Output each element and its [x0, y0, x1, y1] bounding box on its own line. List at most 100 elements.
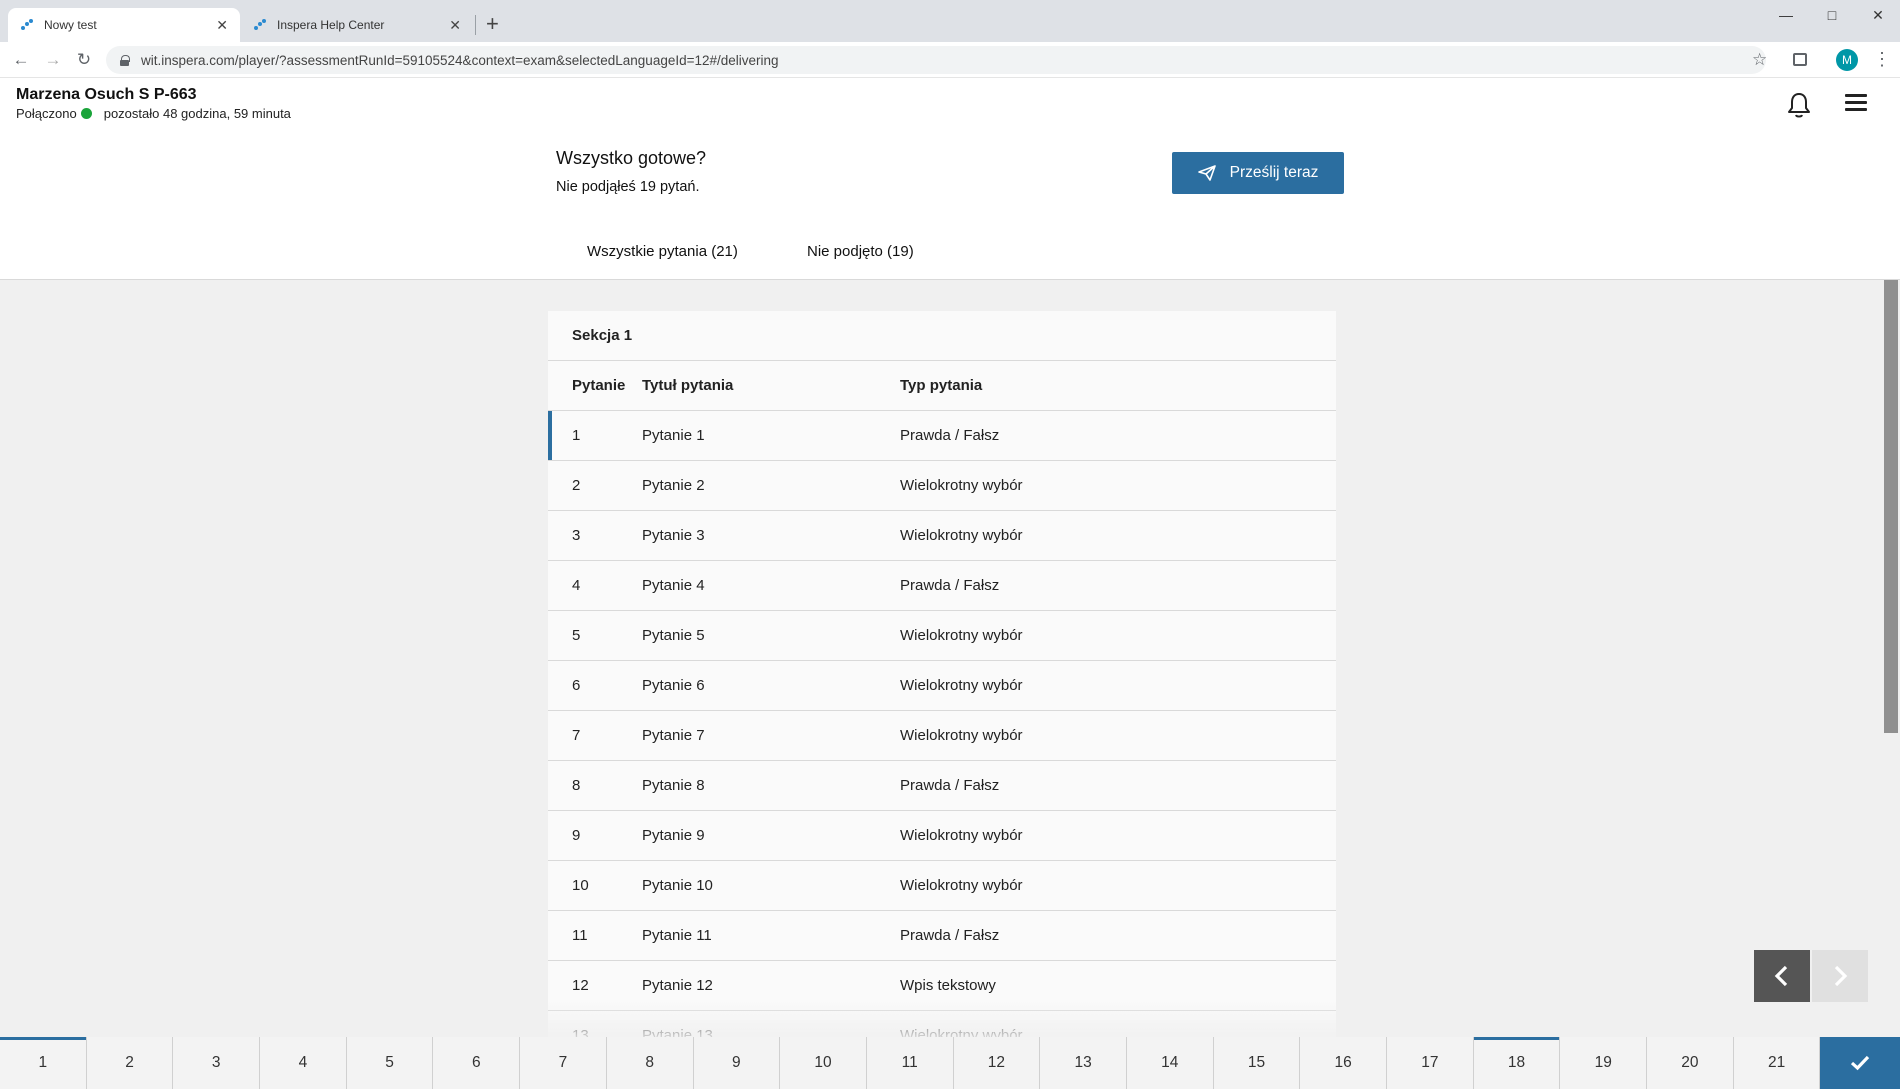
tab-separator	[475, 15, 476, 35]
summary-subtitle: Nie podjąłeś 19 pytań.	[556, 179, 700, 195]
close-tab-icon[interactable]: ✕	[216, 17, 228, 34]
browser-tab-help-center[interactable]: Inspera Help Center ✕	[241, 8, 473, 42]
question-number: 2	[572, 477, 581, 494]
question-title: Pytanie 5	[642, 627, 705, 644]
finish-button[interactable]	[1820, 1037, 1900, 1089]
question-nav-item[interactable]: 5	[346, 1037, 434, 1089]
question-title: Pytanie 8	[642, 777, 705, 794]
table-row[interactable]: 2 Pytanie 2 Wielokrotny wybór	[548, 461, 1336, 511]
page-scrollbar[interactable]	[1882, 280, 1900, 1037]
question-title: Pytanie 2	[642, 477, 705, 494]
browser-tab-title: Inspera Help Center	[277, 18, 385, 32]
question-nav-item[interactable]: 11	[866, 1037, 954, 1089]
table-row[interactable]: 9 Pytanie 9 Wielokrotny wybór	[548, 811, 1336, 861]
question-type: Wielokrotny wybór	[900, 527, 1023, 544]
table-row[interactable]: 6 Pytanie 6 Wielokrotny wybór	[548, 661, 1336, 711]
question-nav-item[interactable]: 19	[1560, 1037, 1648, 1089]
question-number: 8	[572, 777, 581, 794]
table-row[interactable]: 7 Pytanie 7 Wielokrotny wybór	[548, 711, 1336, 761]
profile-avatar[interactable]: M	[1836, 49, 1858, 71]
question-nav-item[interactable]: 16	[1300, 1037, 1387, 1089]
extensions-icon[interactable]	[1793, 53, 1807, 66]
question-type: Prawda / Fałsz	[900, 777, 1000, 794]
bell-icon[interactable]	[1784, 90, 1814, 120]
question-nav-item[interactable]: 12	[953, 1037, 1041, 1089]
column-header-type: Typ pytania	[900, 377, 983, 394]
browser-tab-nowy-test[interactable]: Nowy test ✕	[8, 8, 240, 42]
question-nav-item[interactable]: 6	[433, 1037, 521, 1089]
table-row[interactable]: 10 Pytanie 10 Wielokrotny wybór	[548, 861, 1336, 911]
minimize-icon[interactable]: —	[1763, 2, 1809, 28]
question-nav-item[interactable]: 3	[173, 1037, 261, 1089]
question-nav-item[interactable]: 7	[520, 1037, 607, 1089]
tab-unanswered[interactable]: Nie podjęto (19)	[807, 243, 914, 260]
question-number: 1	[572, 427, 581, 444]
reload-icon[interactable]: ↻	[73, 49, 95, 71]
connected-dot-icon	[80, 108, 92, 119]
summary-title: Wszystko gotowe?	[556, 148, 707, 168]
scrollbar-thumb[interactable]	[1884, 280, 1898, 733]
address-bar[interactable]: wit.inspera.com/player/?assessmentRunId=…	[106, 46, 1766, 74]
table-header-row: Pytanie Tytuł pytania Typ pytania	[548, 361, 1336, 411]
question-number: 9	[572, 827, 581, 844]
bookmark-star-icon[interactable]: ☆	[1752, 50, 1767, 70]
table-row[interactable]: 8 Pytanie 8 Prawda / Fałsz	[548, 761, 1336, 811]
next-button[interactable]	[1812, 950, 1868, 1002]
question-nav-item[interactable]: 20	[1647, 1037, 1734, 1089]
question-nav-item[interactable]: 2	[86, 1037, 174, 1089]
question-nav-item[interactable]: 14	[1126, 1037, 1214, 1089]
question-nav-item[interactable]: 1	[0, 1037, 87, 1089]
question-nav-item[interactable]: 9	[693, 1037, 781, 1089]
question-number: 4	[572, 577, 581, 594]
address-url: wit.inspera.com/player/?assessmentRunId=…	[141, 52, 779, 68]
question-type: Wielokrotny wybór	[900, 627, 1023, 644]
table-row[interactable]: 1 Pytanie 1 Prawda / Fałsz	[548, 411, 1336, 461]
close-window-icon[interactable]: ✕	[1855, 2, 1900, 28]
question-nav-item[interactable]: 17	[1387, 1037, 1474, 1089]
question-nav-item[interactable]: 18	[1473, 1037, 1561, 1089]
browser-toolbar: ← → ↻ wit.inspera.com/player/?assessment…	[0, 42, 1900, 78]
checkmark-icon	[1851, 1055, 1870, 1071]
question-type: Wielokrotny wybór	[900, 877, 1023, 894]
submit-now-button[interactable]: Prześlij teraz	[1172, 152, 1344, 194]
browser-tab-strip: Nowy test ✕ Inspera Help Center ✕ + — □ …	[0, 0, 1900, 42]
question-title: Pytanie 11	[642, 927, 712, 944]
question-nav-item[interactable]: 15	[1213, 1037, 1301, 1089]
question-number: 11	[572, 927, 588, 944]
question-number: 5	[572, 627, 581, 644]
question-number: 10	[572, 877, 589, 894]
hamburger-menu-icon[interactable]	[1845, 94, 1867, 112]
question-type: Prawda / Fałsz	[900, 427, 1000, 444]
new-tab-button[interactable]: +	[486, 12, 499, 36]
question-table: Sekcja 1 Pytanie Tytuł pytania Typ pytan…	[548, 311, 1336, 1037]
maximize-icon[interactable]: □	[1809, 2, 1855, 28]
close-tab-icon[interactable]: ✕	[449, 17, 461, 34]
previous-button[interactable]	[1754, 950, 1810, 1002]
question-nav-item[interactable]: 4	[260, 1037, 347, 1089]
question-title: Pytanie 6	[642, 677, 705, 694]
tab-all-questions[interactable]: Wszystkie pytania (21)	[587, 243, 738, 260]
submit-now-label: Prześlij teraz	[1229, 164, 1319, 181]
browser-menu-icon[interactable]: ⋮	[1873, 48, 1891, 70]
table-row[interactable]: 3 Pytanie 3 Wielokrotny wybór	[548, 511, 1336, 561]
candidate-name: Marzena Osuch S P-663	[16, 86, 197, 103]
question-title: Pytanie 4	[642, 577, 705, 594]
connection-label: Połączono	[16, 106, 77, 121]
back-icon[interactable]: ←	[10, 49, 32, 71]
question-title: Pytanie 10	[642, 877, 713, 894]
connection-status: Połączono pozostało 48 godzina, 59 minut…	[16, 106, 291, 121]
question-title: Pytanie 7	[642, 727, 705, 744]
table-row[interactable]: 4 Pytanie 4 Prawda / Fałsz	[548, 561, 1336, 611]
column-header-title: Tytuł pytania	[642, 377, 734, 394]
question-nav-item[interactable]: 8	[606, 1037, 694, 1089]
question-number: 12	[572, 977, 589, 994]
forward-icon[interactable]: →	[42, 49, 64, 71]
question-nav-item[interactable]: 13	[1040, 1037, 1127, 1089]
question-nav-item[interactable]: 10	[780, 1037, 867, 1089]
question-type: Prawda / Fałsz	[900, 927, 1000, 944]
table-row[interactable]: 11 Pytanie 11 Prawda / Fałsz	[548, 911, 1336, 961]
question-type: Prawda / Fałsz	[900, 577, 1000, 594]
time-remaining: pozostało 48 godzina, 59 minuta	[103, 106, 291, 121]
table-row[interactable]: 5 Pytanie 5 Wielokrotny wybór	[548, 611, 1336, 661]
question-nav-item[interactable]: 21	[1733, 1037, 1821, 1089]
